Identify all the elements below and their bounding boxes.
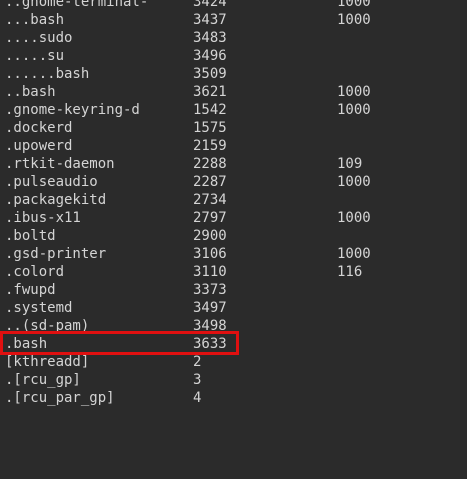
process-pid: 3373 bbox=[193, 282, 227, 298]
process-row: .upowerd 2159 bbox=[0, 137, 227, 155]
process-row: ....sudo 3483 bbox=[0, 29, 227, 47]
process-uid: 1000 bbox=[337, 246, 371, 262]
process-row: .[rcu_par_gp] 4 bbox=[0, 389, 201, 407]
process-name: .....su bbox=[5, 48, 65, 64]
process-tree-output: ..gnome-terminal- 3424 1000 ...bash 3437… bbox=[0, 0, 371, 407]
process-row: ..(sd-pam) 3498 bbox=[0, 317, 227, 335]
terminal-window: ..gnome-terminal- 3424 1000 ...bash 3437… bbox=[0, 0, 467, 411]
process-uid: 109 bbox=[337, 156, 363, 172]
process-pid: 1575 bbox=[193, 120, 227, 136]
process-row: .ibus-x11 2797 1000 bbox=[0, 209, 371, 227]
process-name: .systemd bbox=[5, 300, 73, 316]
process-name: .[rcu_gp] bbox=[5, 372, 81, 388]
process-pid: 3424 bbox=[193, 0, 227, 10]
process-name: .colord bbox=[5, 264, 65, 280]
process-uid: 1000 bbox=[337, 174, 371, 190]
process-pid: 1542 bbox=[193, 102, 227, 118]
process-row: .gnome-keyring-d 1542 1000 bbox=[0, 101, 371, 119]
process-name: .[rcu_par_gp] bbox=[5, 390, 115, 406]
process-pid: 2900 bbox=[193, 228, 227, 244]
process-pid: 2159 bbox=[193, 138, 227, 154]
process-pid: 3497 bbox=[193, 300, 227, 316]
process-name: .ibus-x11 bbox=[5, 210, 81, 226]
process-pid: 3106 bbox=[193, 246, 227, 262]
process-name: .fwupd bbox=[5, 282, 56, 298]
process-uid: 1000 bbox=[337, 0, 371, 10]
process-uid: 1000 bbox=[337, 84, 371, 100]
process-row: .....su 3496 bbox=[0, 47, 227, 65]
process-pid: 2 bbox=[193, 354, 202, 370]
process-uid: 116 bbox=[337, 264, 363, 280]
process-row: .dockerd 1575 bbox=[0, 119, 227, 137]
process-name: ..gnome-terminal- bbox=[5, 0, 149, 10]
process-pid: 3 bbox=[193, 372, 202, 388]
process-name: .pulseaudio bbox=[5, 174, 98, 190]
process-pid: 2734 bbox=[193, 192, 227, 208]
process-pid: 3498 bbox=[193, 318, 227, 334]
process-name: .boltd bbox=[5, 228, 56, 244]
process-row: .gsd-printer 3106 1000 bbox=[0, 245, 371, 263]
process-name: .gnome-keyring-d bbox=[5, 102, 140, 118]
process-name: ...bash bbox=[5, 12, 65, 28]
process-row: .colord 3110 116 bbox=[0, 263, 362, 281]
process-row: .packagekitd 2734 bbox=[0, 191, 227, 209]
process-name: .bash bbox=[5, 336, 48, 352]
process-row-highlighted: .bash 3633 bbox=[0, 335, 227, 353]
process-name: ..(sd-pam) bbox=[5, 318, 90, 334]
process-name: .packagekitd bbox=[5, 192, 107, 208]
process-pid: 3633 bbox=[193, 336, 227, 352]
process-pid: 2797 bbox=[193, 210, 227, 226]
process-pid: 3509 bbox=[193, 66, 227, 82]
process-pid: 4 bbox=[193, 390, 202, 406]
process-row: ......bash 3509 bbox=[0, 65, 227, 83]
process-row: .[rcu_gp] 3 bbox=[0, 371, 201, 389]
process-name: .upowerd bbox=[5, 138, 73, 154]
process-pid: 2287 bbox=[193, 174, 227, 190]
process-name: ......bash bbox=[5, 66, 90, 82]
process-pid: 3621 bbox=[193, 84, 227, 100]
process-name: ....sudo bbox=[5, 30, 73, 46]
process-pid: 3496 bbox=[193, 48, 227, 64]
process-row: .systemd 3497 bbox=[0, 299, 227, 317]
process-uid: 1000 bbox=[337, 12, 371, 28]
process-pid: 3110 bbox=[193, 264, 227, 280]
process-row: .fwupd 3373 bbox=[0, 281, 227, 299]
process-uid: 1000 bbox=[337, 102, 371, 118]
process-pid: 2288 bbox=[193, 156, 227, 172]
process-row: ..gnome-terminal- 3424 1000 bbox=[0, 0, 371, 11]
process-row: ...bash 3437 1000 bbox=[0, 11, 371, 29]
process-name: ..bash bbox=[5, 84, 56, 100]
process-row: .rtkit-daemon 2288 109 bbox=[0, 155, 362, 173]
process-name: [kthreadd] bbox=[5, 354, 90, 370]
process-pid: 3437 bbox=[193, 12, 227, 28]
process-row: .boltd 2900 bbox=[0, 227, 227, 245]
process-name: .rtkit-daemon bbox=[5, 156, 115, 172]
process-row: .pulseaudio 2287 1000 bbox=[0, 173, 371, 191]
process-name: .gsd-printer bbox=[5, 246, 107, 262]
process-row: ..bash 3621 1000 bbox=[0, 83, 371, 101]
process-uid: 1000 bbox=[337, 210, 371, 226]
process-row: [kthreadd] 2 bbox=[0, 353, 201, 371]
process-pid: 3483 bbox=[193, 30, 227, 46]
process-name: .dockerd bbox=[5, 120, 73, 136]
